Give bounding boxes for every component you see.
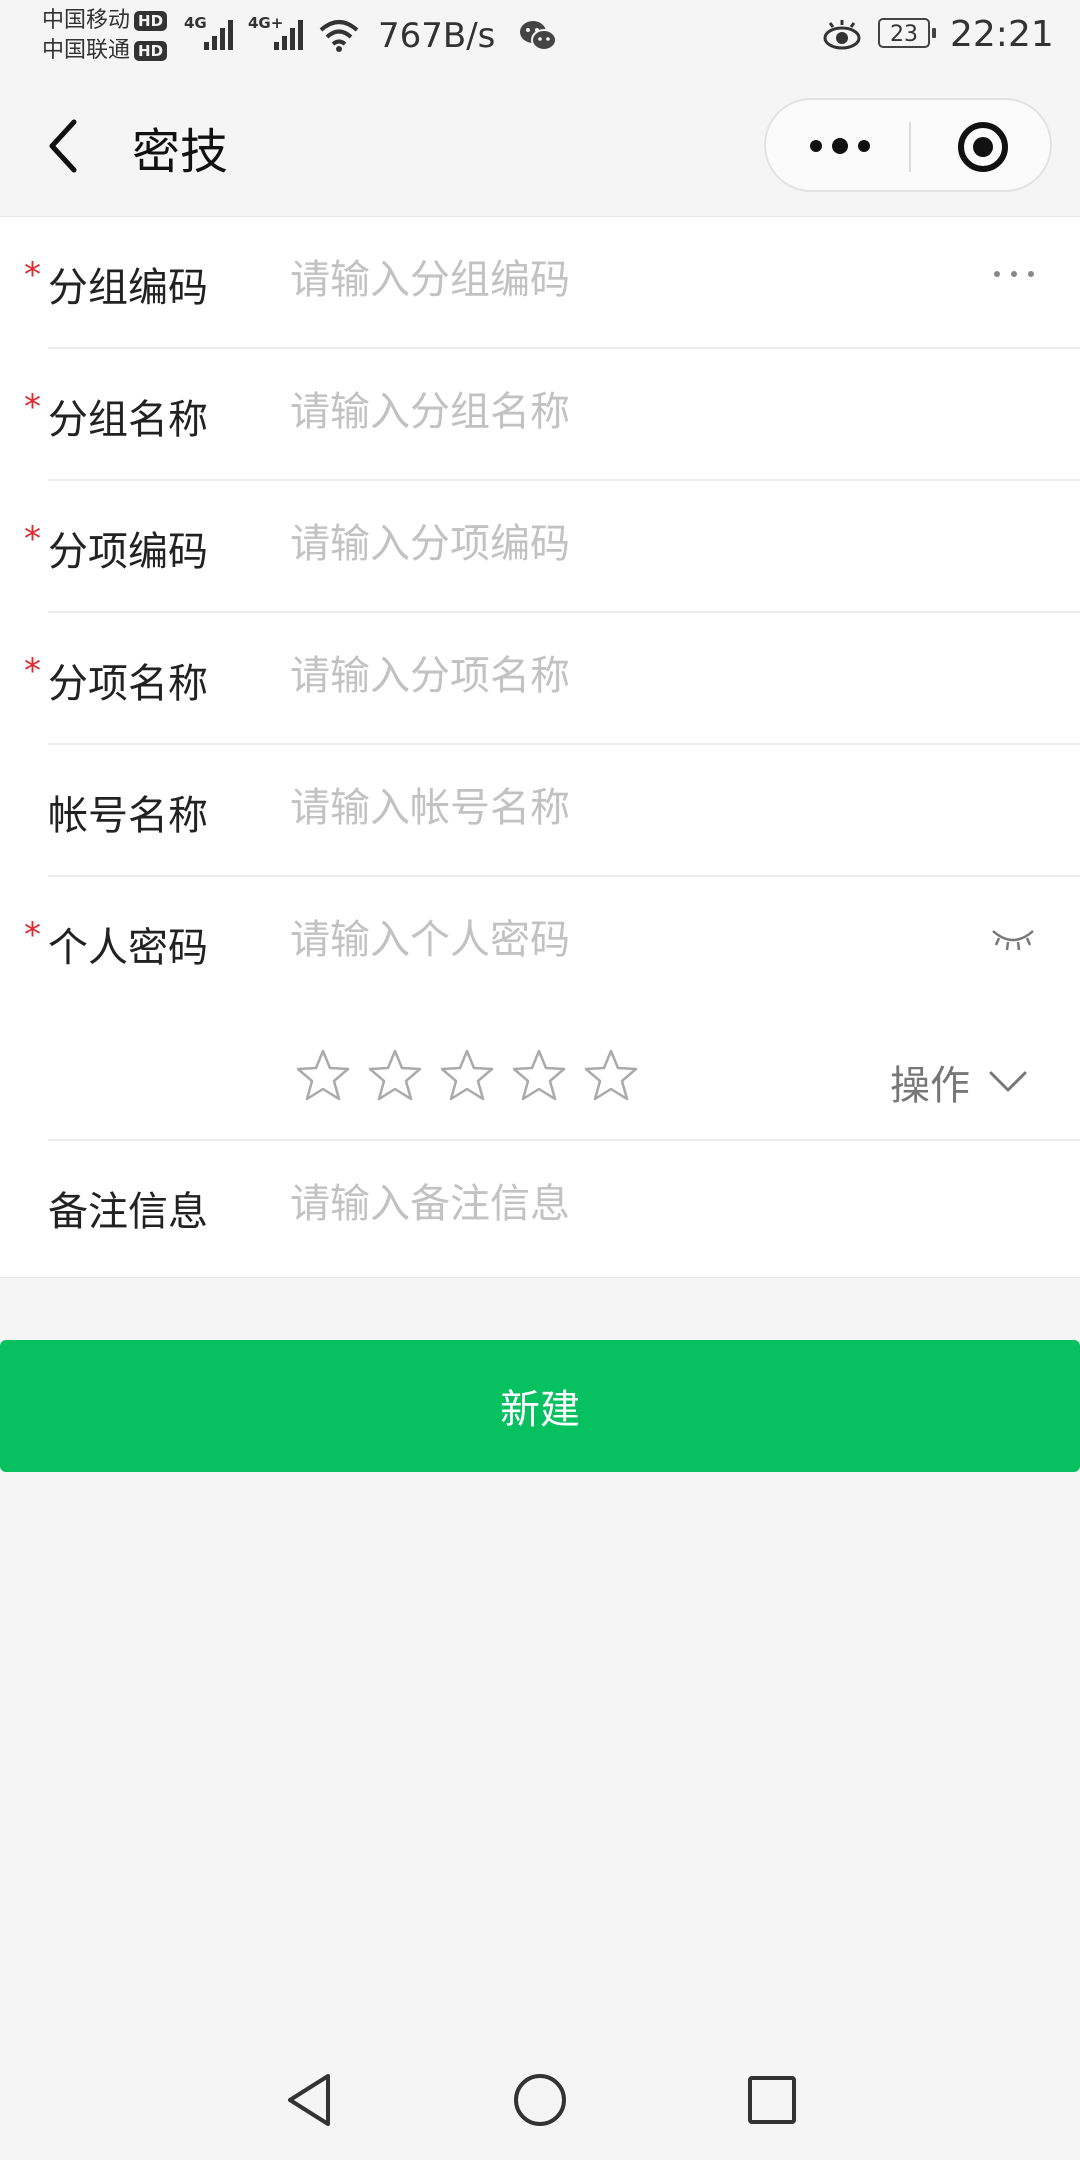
remark-input[interactable] — [290, 1181, 940, 1227]
item-code-input[interactable] — [290, 521, 940, 567]
more-icon[interactable] — [808, 134, 872, 158]
form-row-item-code: * 分项编码 — [0, 481, 1080, 613]
required-mark: * — [24, 255, 41, 295]
star-icon[interactable] — [582, 1047, 640, 1105]
clock: 22:21 — [950, 14, 1054, 55]
group-code-input[interactable] — [290, 257, 940, 303]
capsule-divider — [909, 122, 911, 172]
field-label: 帐号名称 — [48, 793, 208, 839]
signal-icon — [204, 20, 233, 50]
eye-closed-icon[interactable] — [990, 925, 1036, 953]
carrier-1: 中国移动 — [42, 8, 131, 33]
field-label: 分项编码 — [48, 529, 208, 575]
required-mark: * — [24, 387, 41, 427]
mini-program-capsule — [764, 98, 1052, 192]
nav-bar: 密技 — [0, 76, 1080, 216]
wifi-icon — [319, 20, 359, 52]
field-label: 分项名称 — [48, 661, 208, 707]
battery-indicator: 23 — [878, 18, 936, 48]
operations-dropdown[interactable]: 操作 — [890, 1053, 1028, 1111]
required-mark: * — [24, 519, 41, 559]
required-mark: * — [24, 915, 41, 955]
star-icon[interactable] — [366, 1047, 424, 1105]
wechat-icon — [520, 21, 557, 51]
item-name-input[interactable] — [290, 653, 940, 699]
strength-stars — [294, 1047, 640, 1105]
form-row-remark: 备注信息 — [0, 1141, 1080, 1273]
carrier-2: 中国联通 — [42, 38, 131, 63]
field-label: 分组编码 — [48, 265, 208, 311]
form-row-item-name: * 分项名称 — [0, 613, 1080, 745]
close-mini-program-icon[interactable] — [956, 120, 1010, 174]
form-row-account-name: 帐号名称 — [0, 745, 1080, 877]
star-icon[interactable] — [294, 1047, 352, 1105]
hd-badge: HD — [134, 41, 168, 61]
group-name-input[interactable] — [290, 389, 940, 435]
star-icon[interactable] — [438, 1047, 496, 1105]
signal-icon — [274, 20, 303, 50]
system-home-icon[interactable] — [510, 2070, 570, 2130]
system-navigation-bar — [0, 2060, 1080, 2160]
system-back-icon[interactable] — [284, 2070, 334, 2130]
battery-level: 23 — [890, 22, 918, 47]
form-row-group-name: * 分组名称 — [0, 349, 1080, 481]
hd-badge: HD — [134, 11, 168, 31]
password-input[interactable] — [290, 917, 940, 963]
ellipsis-icon[interactable] — [992, 267, 1036, 281]
operations-label: 操作 — [890, 1063, 970, 1109]
create-button[interactable]: 新建 — [0, 1340, 1080, 1472]
star-icon[interactable] — [510, 1047, 568, 1105]
account-name-input[interactable] — [290, 785, 940, 831]
required-mark: * — [24, 651, 41, 691]
form-row-group-code: * 分组编码 — [0, 217, 1080, 349]
field-label: 个人密码 — [48, 925, 208, 971]
eye-comfort-icon — [823, 20, 861, 50]
page-title: 密技 — [132, 124, 229, 180]
form: * 分组编码 * 分组名称 * 分项编码 * 分项名称 帐号名称 * 个人密码 — [0, 216, 1080, 1278]
back-icon[interactable] — [44, 116, 84, 176]
chevron-down-icon — [989, 1071, 1027, 1092]
system-recents-icon[interactable] — [744, 2070, 800, 2130]
form-row-password: * 个人密码 — [0, 877, 1080, 1009]
status-bar: 中国移动 HD 中国联通 HD 4G 4G+ 767B/s 23 22:21 — [0, 0, 1080, 76]
network-speed: 767B/s — [378, 16, 496, 56]
carrier-info: 中国移动 HD 中国联通 HD — [42, 6, 168, 66]
field-label: 备注信息 — [48, 1189, 208, 1235]
field-label: 分组名称 — [48, 397, 208, 443]
password-strength-row: 操作 — [0, 1009, 1080, 1141]
